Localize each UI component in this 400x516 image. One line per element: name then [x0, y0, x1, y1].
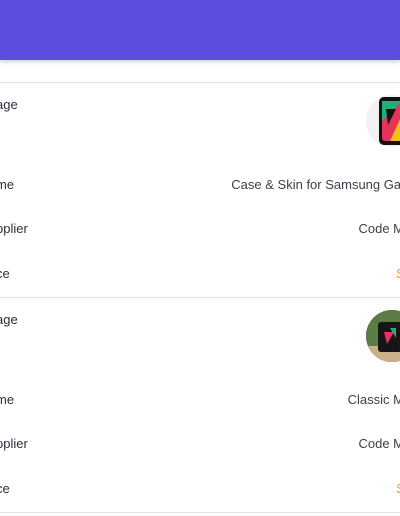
name-label: me	[0, 392, 15, 407]
price-label: ce	[0, 266, 10, 281]
price-label: ce	[0, 481, 10, 496]
supplier-label: pplier	[0, 221, 28, 236]
price-row: ce $	[0, 481, 400, 501]
image-label: age	[0, 97, 18, 112]
image-row: age	[0, 97, 400, 117]
price-row: ce $	[0, 266, 400, 286]
image-row: age	[0, 312, 400, 332]
product-list: age me Case & Skin for Samsung Gal pplie…	[0, 82, 400, 513]
name-row: me Case & Skin for Samsung Gal	[0, 177, 400, 197]
supplier-row: pplier Code M	[0, 221, 400, 241]
image-label: age	[0, 312, 18, 327]
product-name: Case & Skin for Samsung Gal	[231, 177, 400, 192]
supplier-name: Code M	[358, 221, 400, 236]
supplier-row: pplier Code M	[0, 436, 400, 456]
product-card[interactable]: age me Classic M pplier Code M ce $	[0, 297, 400, 513]
supplier-name: Code M	[358, 436, 400, 451]
supplier-label: pplier	[0, 436, 28, 451]
name-row: me Classic M	[0, 392, 400, 412]
product-card[interactable]: age me Case & Skin for Samsung Gal pplie…	[0, 82, 400, 297]
app-header-bar	[0, 0, 400, 60]
product-name: Classic M	[347, 392, 400, 407]
name-label: me	[0, 177, 15, 192]
